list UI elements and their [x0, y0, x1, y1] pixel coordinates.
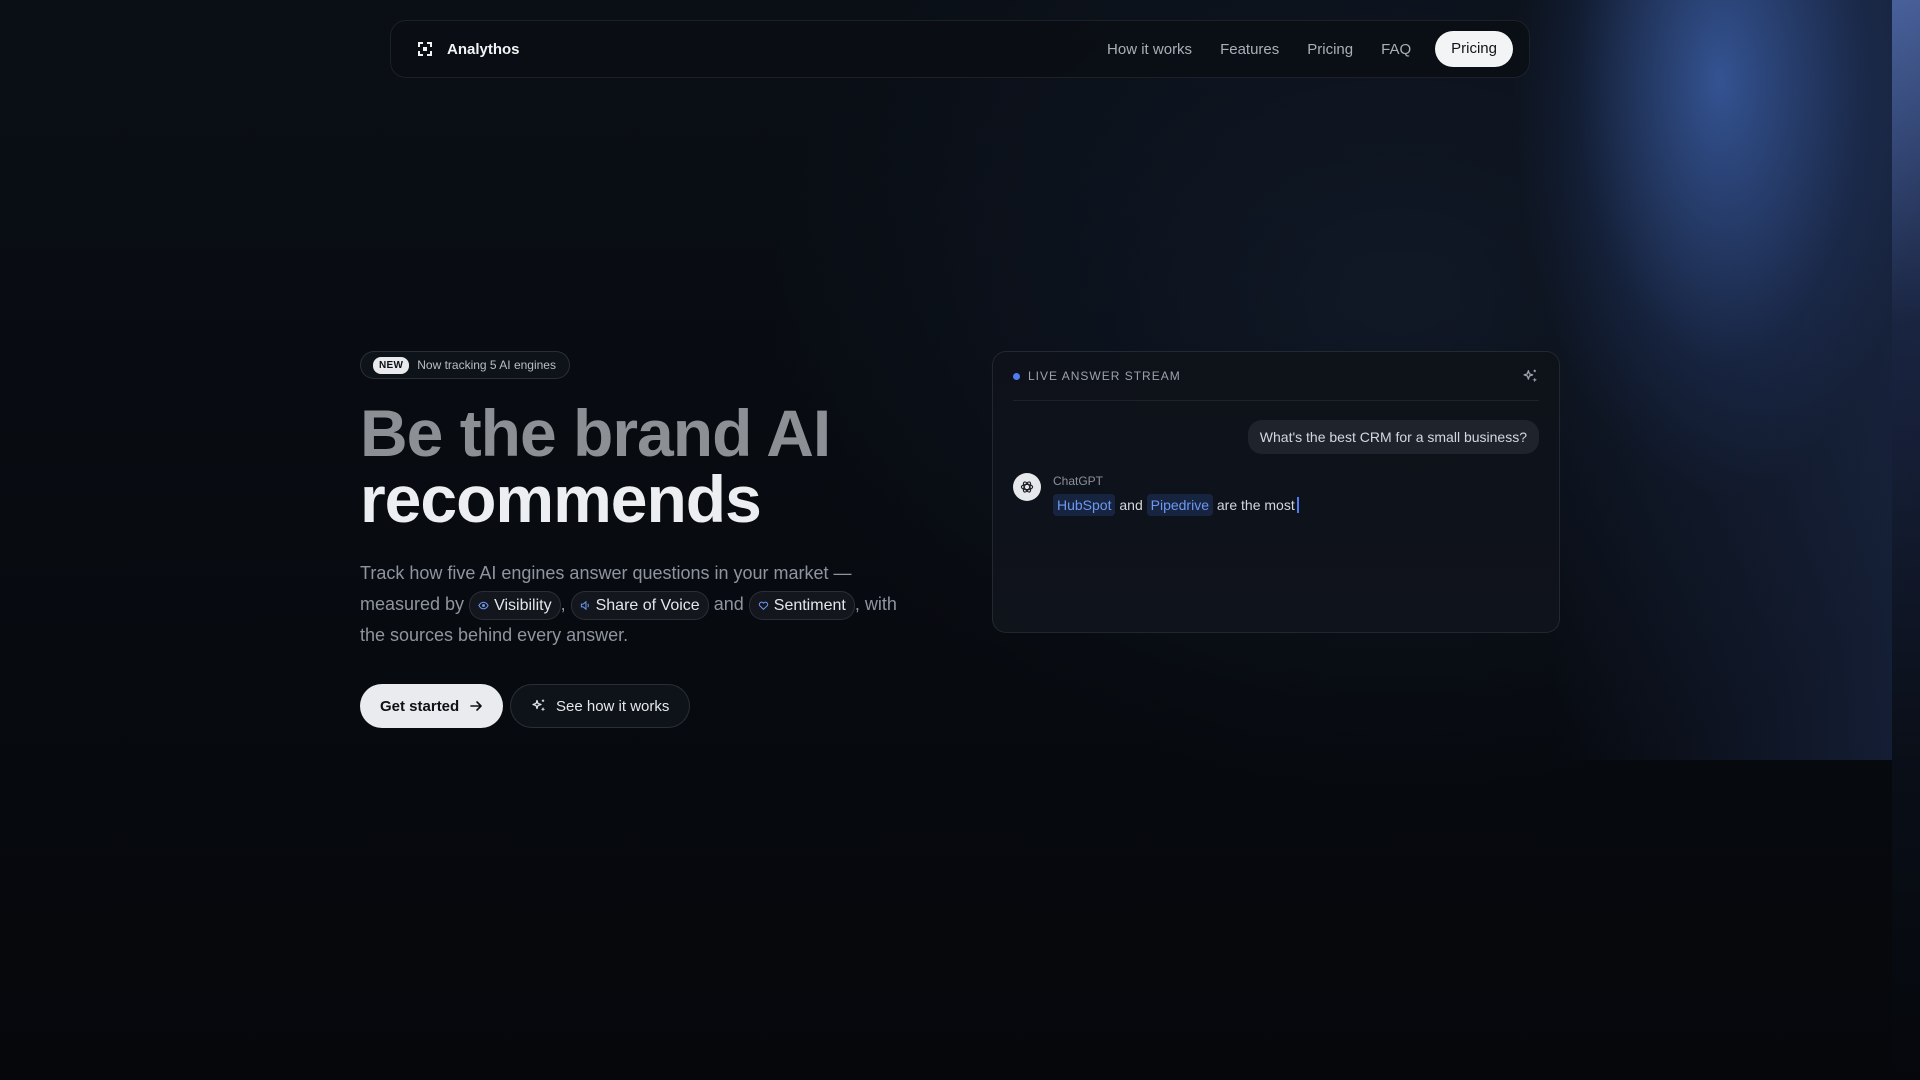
nav-pricing-button[interactable]: Pricing: [1435, 31, 1513, 67]
brand-highlight-hubspot: HubSpot: [1053, 494, 1116, 516]
nav-link-features[interactable]: Features: [1220, 41, 1279, 58]
live-indicator-dot: [1013, 372, 1020, 380]
top-navigation: Analythos How it works Features Pricing …: [390, 20, 1530, 78]
announcement-badge[interactable]: NEW Now tracking 5 AI engines: [360, 351, 570, 379]
answer-text: HubSpot and Pipedrive are the most: [1053, 494, 1299, 516]
card-header: LIVE ANSWER STREAM: [1013, 352, 1539, 401]
user-question-bubble: What's the best CRM for a small business…: [1247, 420, 1539, 454]
answer-and: and: [1119, 497, 1143, 513]
hero-subtitle: Track how five AI engines answer questio…: [360, 558, 920, 651]
hero-headline: Be the brand AI recommends: [360, 396, 831, 536]
chip-sov-label: Share of Voice: [595, 596, 700, 614]
heart-icon: [758, 601, 768, 610]
headline-line-2: recommends: [360, 462, 762, 536]
chip-share-of-voice: Share of Voice: [570, 590, 709, 620]
sparkle-icon[interactable]: [1522, 368, 1539, 385]
answer-source-label: ChatGPT: [1053, 474, 1104, 488]
badge-text: Now tracking 5 AI engines: [417, 358, 556, 372]
get-started-button[interactable]: Get started: [360, 684, 504, 728]
landing-page: Analythos How it works Features Pricing …: [0, 0, 1920, 1080]
headline-line-1: Be the brand AI: [360, 396, 831, 470]
nav-links: How it works Features Pricing FAQ Pricin…: [1107, 31, 1513, 67]
glow-backdrop: [1552, 0, 1892, 760]
chip-sentiment: Sentiment: [748, 590, 855, 620]
chip-visibility: Visibility: [469, 590, 561, 620]
eye-icon: [478, 601, 489, 610]
typing-cursor: [1296, 497, 1299, 513]
new-pill: NEW: [373, 356, 410, 374]
subtitle-and: and: [713, 594, 744, 614]
brand-logo-icon: [418, 42, 432, 56]
get-started-label: Get started: [380, 697, 460, 715]
edge-glow: [1892, 0, 1920, 1080]
answer-tail: are the most: [1216, 497, 1295, 513]
brand[interactable]: Analythos: [417, 41, 520, 58]
chatgpt-avatar: [1013, 473, 1041, 501]
subtitle-comma: ,: [560, 594, 566, 614]
brand-highlight-pipedrive: Pipedrive: [1146, 494, 1213, 516]
see-how-it-works-button[interactable]: See how it works: [510, 684, 691, 728]
see-how-it-works-label: See how it works: [556, 697, 670, 715]
nav-link-how-it-works[interactable]: How it works: [1107, 41, 1192, 58]
speaker-icon: [580, 600, 589, 610]
nav-link-faq[interactable]: FAQ: [1381, 41, 1411, 58]
arrow-right-icon: [470, 701, 483, 711]
nav-link-pricing[interactable]: Pricing: [1307, 41, 1353, 58]
live-answer-card: LIVE ANSWER STREAM What's the best CRM f…: [992, 351, 1560, 633]
sparkle-icon: [532, 699, 546, 712]
brand-name: Analythos: [447, 40, 520, 58]
chip-visibility-label: Visibility: [494, 596, 552, 614]
openai-logo-icon: [1020, 481, 1034, 493]
live-answer-stream-label: LIVE ANSWER STREAM: [1028, 369, 1181, 383]
chip-sentiment-label: Sentiment: [773, 596, 846, 614]
